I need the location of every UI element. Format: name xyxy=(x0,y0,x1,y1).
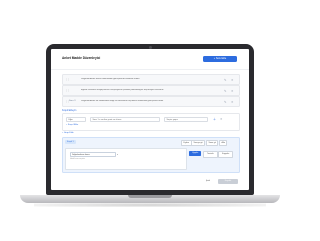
delete-icon[interactable]: ✕ xyxy=(231,89,234,93)
rule-panel: Koşul 1 Eylem Soruya git Sona git Atla D… xyxy=(62,137,240,173)
app-header: Anket Madde Düzenleyici + Soru Ekle xyxy=(51,49,249,70)
add-question-button[interactable]: + Soru Ekle xyxy=(203,56,237,62)
duplicate-button[interactable]: Kopyala xyxy=(218,151,234,158)
add-icon[interactable]: ＋ xyxy=(213,117,216,121)
edit-icon[interactable]: ✎ xyxy=(224,100,227,104)
laptop-lid: Anket Madde Düzenleyici + Soru Ekle ⋮⋮ D… xyxy=(46,44,254,195)
drag-handle-icon[interactable]: ⋮⋮ xyxy=(65,78,70,81)
question-text: Değerlendirme formu hakkındaki görüşleri… xyxy=(81,78,140,80)
condition-chip: Koşul 1 xyxy=(65,140,76,144)
clear-button[interactable]: Temizle xyxy=(203,151,218,158)
laptop-screen: Anket Madde Düzenleyici + Soru Ekle ⋮⋮ D… xyxy=(51,49,249,190)
cancel-button[interactable]: İptal xyxy=(201,179,215,184)
page-title: Anket Madde Düzenleyici xyxy=(62,56,101,60)
laptop-notch xyxy=(128,195,172,198)
logic-condition-select[interactable]: Seçim yapın xyxy=(164,117,208,122)
target-select[interactable]: Değerlendirme formu xyxy=(70,152,116,157)
apply-button[interactable]: Uygula xyxy=(189,151,202,156)
chevron-down-icon[interactable]: ▾ xyxy=(117,153,118,156)
save-button[interactable]: Kaydet xyxy=(218,179,238,184)
delete-icon[interactable]: ✕ xyxy=(231,100,234,104)
laptop-shadow xyxy=(34,203,266,207)
logic-type-select[interactable]: Eğer xyxy=(66,117,86,122)
drag-handle-icon[interactable]: ⋮⋮ xyxy=(65,89,70,92)
edit-icon[interactable]: ✎ xyxy=(224,89,227,93)
tab-skip[interactable]: Atla xyxy=(219,140,228,146)
target-card: Değerlendirme formu ▾ Hedef soru seçiniz xyxy=(65,148,187,170)
delete-icon[interactable]: ✕ xyxy=(220,117,223,121)
tab-goto-question[interactable]: Soruya git xyxy=(191,140,206,146)
question-text: Değerlendirme ile hedeflenen bilgi ve be… xyxy=(81,100,164,102)
add-condition-link[interactable]: + Koşul Ekle xyxy=(66,124,78,126)
edit-icon[interactable]: ✎ xyxy=(224,78,227,82)
question-text: Eğitim süresinin ihtiyaçlarınızı karşıla… xyxy=(81,89,164,91)
logic-panel: Eğer Soru 1 e verilen yanıt ne olursa Se… xyxy=(62,113,240,131)
question-number: Soru 3 xyxy=(69,100,76,102)
logic-section-label: Koşul Ekleyin xyxy=(62,109,77,112)
logic-question-select[interactable]: Soru 1 e verilen yanıt ne olursa xyxy=(90,117,160,122)
delete-icon[interactable]: ✕ xyxy=(231,78,234,82)
question-row[interactable]: ⋮⋮ Değerlendirme formu hakkındaki görüşl… xyxy=(62,74,240,85)
tab-goto-end[interactable]: Sona git xyxy=(206,140,219,146)
add-group-link[interactable]: + Grup Ekle xyxy=(62,132,74,134)
target-hint: Hedef soru seçiniz xyxy=(70,158,85,160)
question-row[interactable]: ⋮⋮ Eğitim süresinin ihtiyaçlarınızı karş… xyxy=(62,85,240,96)
question-row[interactable]: ⋮⋮ Soru 3 Değerlendirme ile hedeflenen b… xyxy=(62,96,240,107)
tab-action[interactable]: Eylem xyxy=(181,140,192,146)
